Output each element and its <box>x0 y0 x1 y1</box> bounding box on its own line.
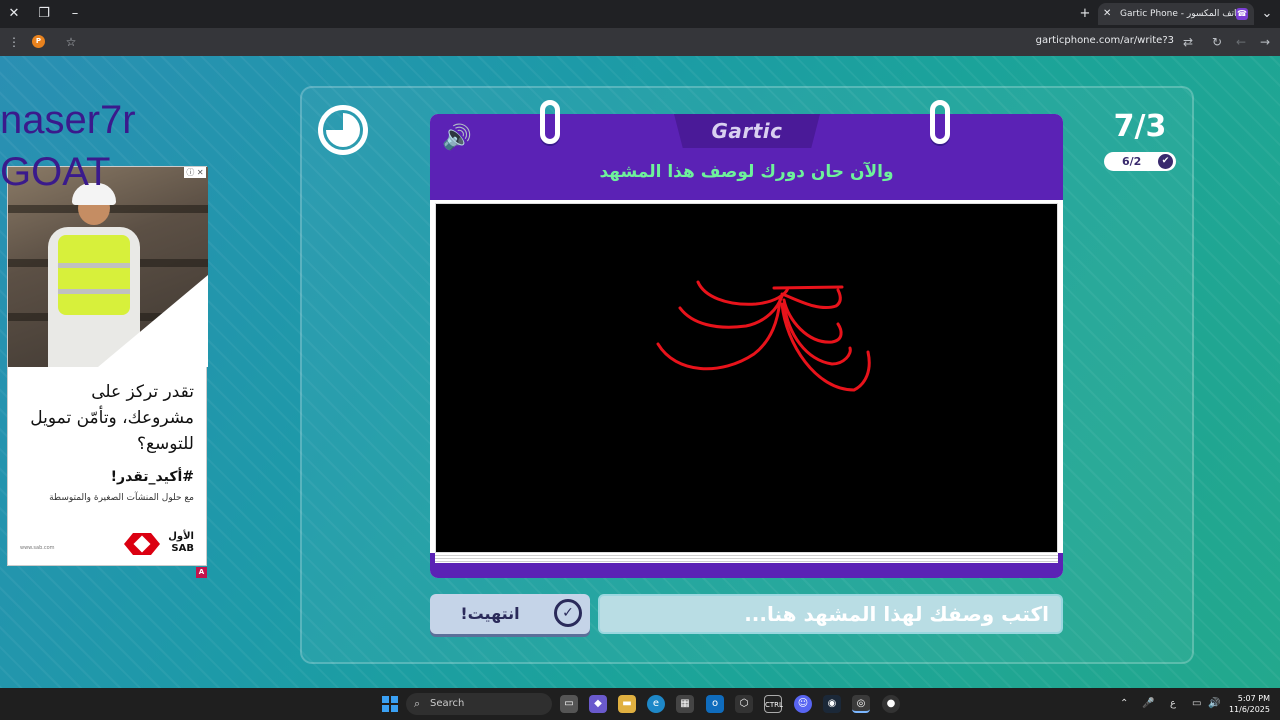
task-view-icon[interactable]: ▭ <box>560 695 578 713</box>
taskbar-search-label: Search <box>430 698 465 709</box>
browser-tab[interactable]: ✕ Gartic Phone - الهاتف المكسور ☎ <box>1098 3 1254 25</box>
back-arrow-icon[interactable]: ← <box>1232 33 1250 51</box>
reload-icon[interactable]: ↻ <box>1208 33 1226 51</box>
drawing-stroke <box>696 280 790 306</box>
taskbar: ⌕ Search ▭ ◆ ▬ e ▦ o ⬡ CTRL ☺ ◉ ◎ ● ⌃ 🎤 … <box>0 688 1280 720</box>
check-icon: ✔ <box>1158 154 1173 169</box>
microphone-icon[interactable]: 🎤 <box>1142 696 1154 712</box>
volume-icon[interactable]: 🔊 <box>1208 696 1220 712</box>
store-icon[interactable]: ▦ <box>676 695 694 713</box>
timer-clock-icon <box>318 105 368 155</box>
restore-window-icon[interactable]: ❐ <box>34 4 54 24</box>
windows-start-icon[interactable] <box>382 696 398 712</box>
ad-headline: تقدر تركز على مشروعك، وتأمّن تمويل للتوس… <box>30 382 194 454</box>
bookmark-star-icon[interactable]: ☆ <box>62 33 80 51</box>
drawing-stroke <box>656 298 782 371</box>
sab-logo: الأول SAB <box>124 531 194 557</box>
close-window-icon[interactable]: ✕ <box>4 4 24 24</box>
drawing-stroke <box>772 285 844 290</box>
ad-photo <box>8 167 208 367</box>
tab-close-icon[interactable]: ✕ <box>1103 3 1111 25</box>
tab-search-chevron-icon[interactable]: ⌄ <box>1257 4 1277 24</box>
overlay-tagline: GOAT <box>0 150 111 194</box>
page-viewport: naser7r GOAT ⓘ ✕ تقدر تركز على مشروعك، و… <box>0 56 1280 688</box>
binder-ring-left <box>540 100 560 144</box>
drawing-canvas <box>435 203 1058 553</box>
players-done-badge: 6/2 ✔ <box>1104 152 1176 171</box>
chrome-icon[interactable]: ◎ <box>852 695 870 713</box>
ad-hashtag: #أكيد_تقدر! <box>110 469 194 485</box>
ad-brand-en: SAB <box>171 543 194 554</box>
minimize-window-icon[interactable]: – <box>65 4 85 24</box>
description-input[interactable] <box>598 594 1063 634</box>
search-icon: ⌕ <box>414 697 421 710</box>
advertisement[interactable]: ⓘ ✕ تقدر تركز على مشروعك، وتأمّن تمويل ل… <box>7 166 208 566</box>
copilot-icon[interactable]: ◆ <box>589 695 607 713</box>
binder-ring-right <box>930 100 950 144</box>
url-field[interactable]: garticphone.com/ar/write?3 <box>1036 35 1174 46</box>
sab-hexagon-icon <box>124 533 160 555</box>
speaker-icon[interactable]: 🔊 <box>442 124 476 150</box>
browser-tab-bar: ✕ ❐ – + ✕ Gartic Phone - الهاتف المكسور … <box>0 0 1280 28</box>
discord-icon[interactable]: ☺ <box>794 695 812 713</box>
scene-card: Gartic 🔊 والآن حان دورك لوصف هذا المشهد <box>430 100 1063 578</box>
taskbar-search[interactable]: ⌕ Search <box>406 693 552 715</box>
done-button-label: انتهيت! <box>460 604 520 623</box>
ctrl-app-icon[interactable]: CTRL <box>764 695 783 713</box>
file-explorer-icon[interactable]: ▬ <box>618 695 636 713</box>
site-settings-icon[interactable]: ⇄ <box>1179 33 1197 51</box>
round-counter: 7/3 <box>1113 109 1167 144</box>
profile-avatar[interactable]: P <box>32 35 45 48</box>
edge-icon[interactable]: e <box>647 695 665 713</box>
ad-brand-ar: الأول <box>168 531 194 542</box>
obs-icon[interactable]: ● <box>882 695 900 713</box>
overlay-username: naser7r <box>0 98 136 142</box>
ad-close-icon[interactable]: ⓘ ✕ <box>184 167 206 178</box>
address-bar: ⋮ P ☆ garticphone.com/ar/write?3 ⇄ ↻ ← → <box>0 28 1280 56</box>
steam-icon[interactable]: ◉ <box>823 695 841 713</box>
outlook-icon[interactable]: o <box>706 695 724 713</box>
new-tab-icon[interactable]: + <box>1075 4 1095 24</box>
tab-title: Gartic Phone - الهاتف المكسور <box>1120 9 1247 19</box>
taskbar-time: 5:07 PM <box>1237 694 1270 703</box>
gartic-logo: Gartic <box>711 119 783 143</box>
checkmark-icon: ✓ <box>554 599 582 627</box>
drawing-stroke <box>780 302 871 392</box>
taskbar-clock[interactable]: 5:07 PM 11/6/2025 <box>1226 693 1270 715</box>
ad-small-url: www.sab.com <box>20 545 55 551</box>
taskbar-date: 11/6/2025 <box>1228 705 1270 714</box>
players-done-count: 6/2 <box>1122 155 1142 168</box>
card-prompt: والآن حان دورك لوصف هذا المشهد <box>599 162 894 182</box>
menu-dots-icon[interactable]: ⋮ <box>5 33 23 51</box>
card-bottom <box>430 553 1063 578</box>
card-header: Gartic 🔊 والآن حان دورك لوصف هذا المشهد <box>430 114 1063 200</box>
ad-choices-badge[interactable]: A <box>196 567 207 578</box>
phone-favicon-icon: ☎ <box>1236 8 1248 20</box>
ad-subtext: مع حلول المنشآت الصغيرة والمتوسطة <box>49 493 194 503</box>
forward-arrow-icon[interactable]: → <box>1256 33 1274 51</box>
drawing-stroke <box>780 288 842 309</box>
network-icon[interactable]: ▭ <box>1192 696 1201 712</box>
language-indicator[interactable]: ع <box>1170 696 1176 712</box>
tray-chevron-icon[interactable]: ⌃ <box>1120 696 1128 712</box>
app-icon[interactable]: ⬡ <box>735 695 753 713</box>
drawing-svg <box>656 280 871 392</box>
done-button[interactable]: انتهيت! ✓ <box>430 594 590 634</box>
